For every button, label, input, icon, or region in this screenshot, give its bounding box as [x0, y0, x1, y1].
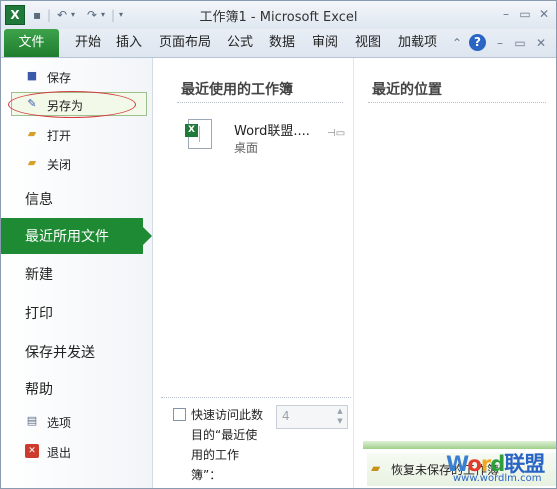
restore-icon[interactable]: ▭ — [515, 5, 535, 23]
nav-close[interactable]: ▰ 关闭 — [1, 156, 152, 172]
quick-access-spinner[interactable]: 4 ▲ ▼ — [276, 405, 348, 429]
tab-page-layout[interactable]: 页面布局 — [159, 29, 211, 57]
tab-addins[interactable]: 加载项 — [398, 29, 437, 57]
nav-save-send[interactable]: 保存并发送 — [25, 342, 95, 362]
nav-options[interactable]: ▤ 选项 — [1, 414, 152, 430]
excel-window: X ▪ | ↶ ▾ ↷ ▾ | ▾ 工作簿1 - Microsoft Excel… — [0, 0, 557, 489]
recent-workbooks-title: 最近使用的工作簿 — [181, 82, 293, 98]
tab-data[interactable]: 数据 — [269, 29, 295, 57]
minimize-icon[interactable]: – — [496, 5, 516, 23]
doc-restore-icon[interactable]: ▭ — [511, 34, 529, 52]
window-title: 工作簿1 - Microsoft Excel — [199, 10, 358, 25]
title-bar: X ▪ | ↶ ▾ ↷ ▾ | ▾ 工作簿1 - Microsoft Excel… — [1, 1, 556, 29]
nav-save-label: 保存 — [47, 71, 72, 85]
open-folder-icon: ▰ — [27, 127, 37, 140]
nav-print[interactable]: 打印 — [25, 303, 53, 323]
recent-file-location: 桌面 — [234, 141, 259, 155]
tab-insert[interactable]: 插入 — [116, 29, 142, 57]
nav-info[interactable]: 信息 — [25, 189, 53, 209]
nav-open-label: 打开 — [47, 129, 72, 143]
watermark-url: www.wordlm.com — [453, 473, 542, 484]
quick-access-divider — [161, 397, 351, 398]
nav-options-label: 选项 — [47, 416, 72, 430]
backstage-nav: ■ 保存 ✎ 另存为 ▰ 打开 ▰ 关闭 信息 最近所用文件 新建 打印 保存并… — [1, 58, 153, 488]
tab-view[interactable]: 视图 — [355, 29, 381, 57]
nav-open[interactable]: ▰ 打开 — [1, 127, 152, 143]
nav-exit-label: 退出 — [47, 446, 72, 460]
workbook-file-icon: X — [185, 119, 212, 149]
recent-places-panel — [354, 58, 556, 488]
doc-minimize-icon[interactable]: – — [491, 34, 509, 52]
nav-recent-label: 最近所用文件 — [25, 229, 109, 245]
tab-review[interactable]: 审阅 — [312, 29, 338, 57]
pin-icon[interactable]: ⊣▭ — [327, 128, 345, 139]
ribbon-tabs: 文件 开始 插入 页面布局 公式 数据 审阅 视图 加载项 ⌃ ? – ▭ ✕ — [1, 29, 556, 58]
nav-close-label: 关闭 — [47, 158, 72, 172]
tab-home[interactable]: 开始 — [75, 29, 101, 57]
tab-file[interactable]: 文件 — [4, 29, 59, 57]
exit-icon: ✕ — [25, 444, 39, 458]
annotation-ellipse — [8, 91, 136, 118]
spin-down-icon[interactable]: ▼ — [334, 416, 346, 426]
spin-up-icon[interactable]: ▲ — [334, 406, 346, 416]
ribbon-collapse-icon[interactable]: ⌃ — [448, 34, 466, 52]
recent-workbooks-divider — [177, 102, 343, 103]
close-folder-icon: ▰ — [27, 156, 37, 169]
nav-save[interactable]: ■ 保存 — [1, 69, 152, 85]
nav-help[interactable]: 帮助 — [25, 379, 53, 399]
nav-exit[interactable]: ✕ 退出 — [1, 444, 152, 460]
options-icon: ▤ — [26, 414, 38, 427]
close-icon[interactable]: ✕ — [534, 5, 554, 23]
tab-formulas[interactable]: 公式 — [227, 29, 253, 57]
quick-access-value: 4 — [282, 409, 290, 423]
quick-access-checkbox[interactable] — [173, 408, 186, 421]
nav-recent[interactable]: 最近所用文件 — [1, 218, 152, 254]
recent-places-title: 最近的位置 — [372, 82, 442, 98]
quick-access-label: 快速访问此数目的“最近使用的工作簿”： — [191, 408, 264, 482]
recent-file-name[interactable]: Word联盟.... — [234, 120, 310, 139]
folder-icon: ▰ — [371, 461, 381, 475]
save-icon: ■ — [26, 69, 38, 82]
doc-close-icon[interactable]: ✕ — [532, 34, 550, 52]
recent-places-divider — [368, 102, 546, 103]
help-icon[interactable]: ? — [469, 34, 486, 51]
nav-new[interactable]: 新建 — [25, 264, 53, 284]
